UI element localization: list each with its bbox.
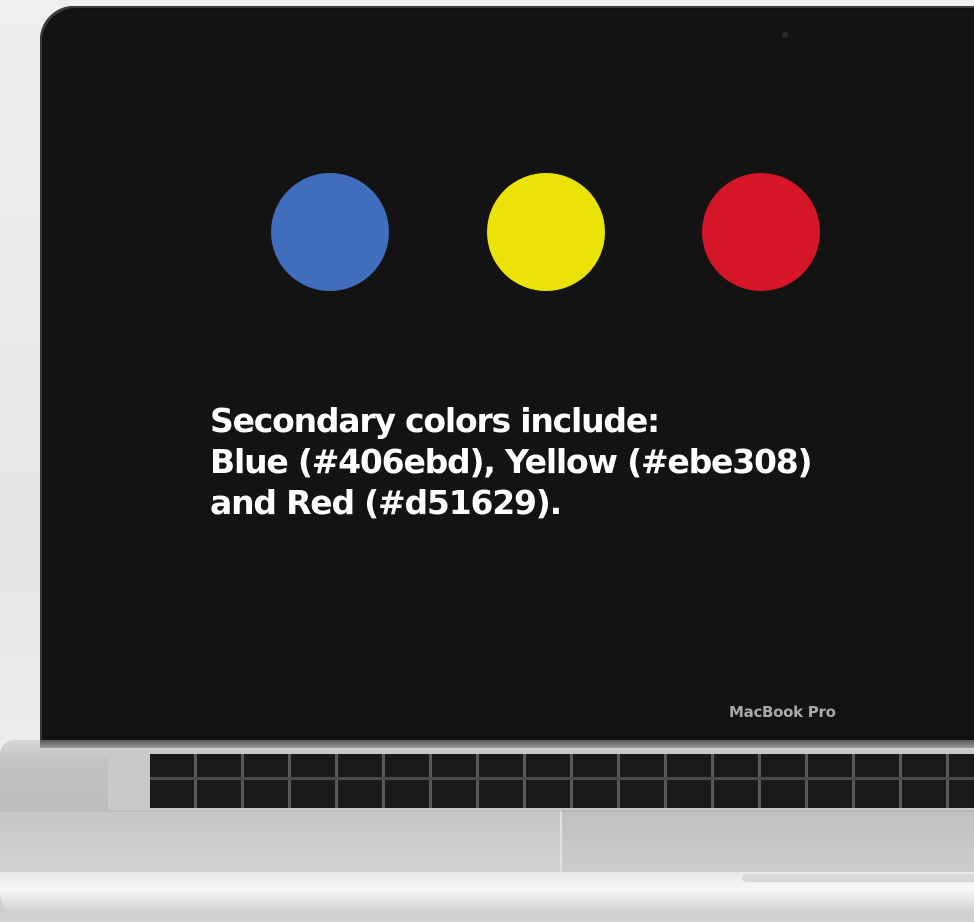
laptop-photo: Secondary colors include: Blue (#406ebd)… [0, 0, 974, 922]
yellow-color-swatch [487, 173, 605, 291]
laptop-hinge [40, 740, 974, 748]
laptop-screen [44, 10, 974, 748]
keyboard [150, 754, 974, 808]
color-caption: Secondary colors include: Blue (#406ebd)… [210, 400, 910, 523]
caption-line-2: Blue (#406ebd), Yellow (#ebe308) [210, 442, 813, 481]
caption-line-3: and Red (#d51629). [210, 483, 562, 522]
brand-label: MacBook Pro [729, 703, 836, 721]
caption-line-1: Secondary colors include: [210, 401, 660, 440]
trackpad [560, 810, 974, 874]
camera-icon [782, 32, 788, 38]
red-color-swatch [702, 173, 820, 291]
lid-notch [742, 874, 974, 882]
laptop-lid [40, 6, 974, 748]
blue-color-swatch [271, 173, 389, 291]
